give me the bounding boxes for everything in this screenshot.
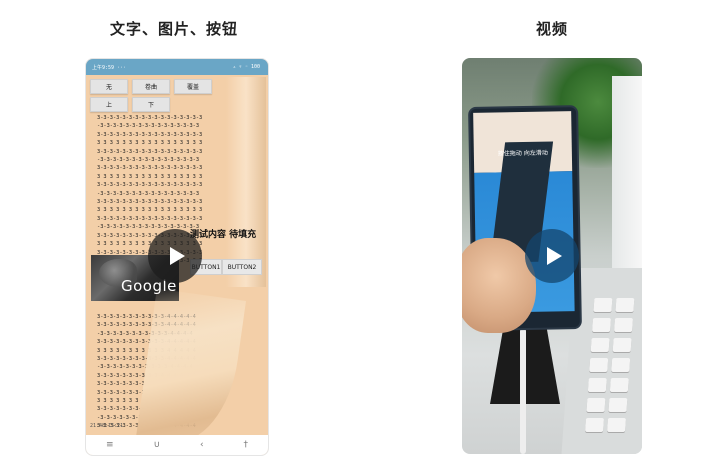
curl-button[interactable]: 卷曲 [132,79,170,94]
cover-button[interactable]: 覆盖 [174,79,212,94]
page: 文字、图片、按钮 视频 上午9:59 ··· ▵ ▿ ◦ 100 无 卷曲 覆盖… [0,0,717,474]
key [587,378,607,392]
key [593,298,613,312]
play-button-left[interactable] [148,229,202,283]
none-button[interactable]: 无 [90,79,128,94]
down-button[interactable]: 下 [132,97,170,112]
button-row-2: 上 下 [90,97,170,112]
right-panel-title: 视频 [536,20,569,38]
time-footer: 21:48:15:21 [90,423,124,429]
key [607,418,627,432]
status-time: 上午9:59 ··· [92,65,127,71]
test-content-text: 测试内容 待填充 [190,230,257,240]
key [609,378,629,392]
left-panel-title: 文字、图片、按钮 [110,20,239,38]
key [592,318,612,332]
home-icon[interactable]: ∪ [153,440,160,450]
play-button-right[interactable] [525,229,579,283]
key [589,358,609,372]
back-icon[interactable]: ‹ [200,440,204,450]
key [586,398,606,412]
charging-cable [520,328,526,454]
navigation-bar: ≡ ∪ ‹ † [86,435,268,455]
key [611,358,631,372]
play-icon [169,247,185,265]
play-icon [546,247,562,265]
key [590,338,610,352]
status-icons: ▵ ▿ ◦ 100 [232,64,260,70]
key [614,318,634,332]
button2[interactable]: BUTTON2 [222,259,262,275]
button-row-1: 无 卷曲 覆盖 [90,79,212,94]
key [585,418,605,432]
held-phone-text: 按住拖动 向左滑动 [497,149,548,158]
key [615,298,635,312]
accessibility-icon[interactable]: † [244,440,249,450]
menu-icon[interactable]: ≡ [106,440,114,450]
page-curl-edge [226,77,266,287]
key [612,338,632,352]
up-button[interactable]: 上 [90,97,128,112]
status-bar: 上午9:59 ··· ▵ ▿ ◦ 100 [86,59,268,75]
key [608,398,628,412]
